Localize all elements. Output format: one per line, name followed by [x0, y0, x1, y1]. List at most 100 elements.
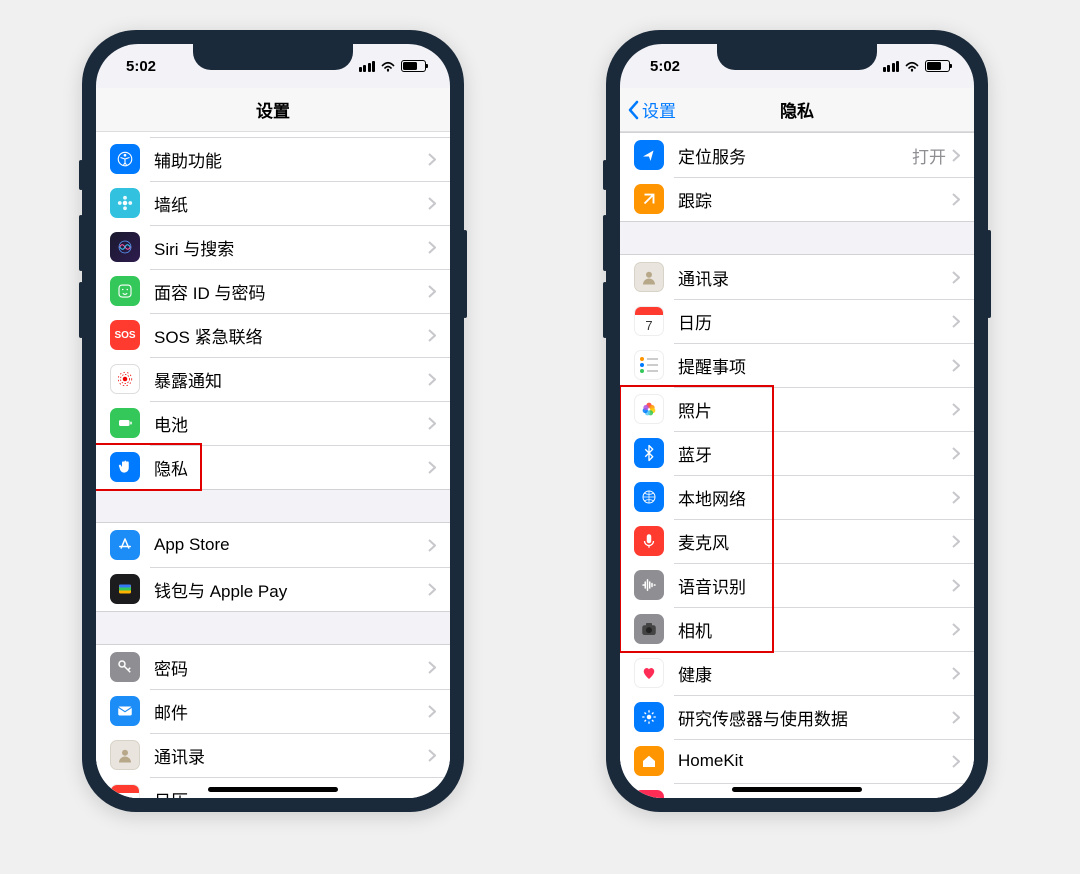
row-passwords[interactable]: 密码	[96, 645, 450, 689]
privacy-icon	[110, 452, 140, 482]
nav-title: 设置	[256, 97, 290, 122]
row-microphone[interactable]: 麦克风	[620, 519, 974, 563]
row-detail: 打开	[912, 143, 946, 168]
chevron-right-icon	[952, 359, 960, 372]
wifi-icon	[904, 60, 920, 72]
row-faceid[interactable]: 面容 ID 与密码	[96, 269, 450, 313]
row-photos[interactable]: 照片	[620, 387, 974, 431]
row-tracking[interactable]: 跟踪	[620, 177, 974, 221]
speech-icon	[634, 570, 664, 600]
appstore-icon	[110, 530, 140, 560]
calendar-icon: 7	[110, 784, 140, 798]
row-privacy[interactable]: 隐私	[96, 445, 450, 489]
nav-bar: 设置	[96, 88, 450, 132]
row-label: 邮件	[154, 699, 428, 724]
chevron-right-icon	[952, 711, 960, 724]
row-sos[interactable]: SOSSOS 紧急联络	[96, 313, 450, 357]
chevron-right-icon	[428, 461, 436, 474]
row-battery[interactable]: 电池	[96, 401, 450, 445]
accessibility-icon	[110, 144, 140, 174]
row-label: 健康	[678, 661, 952, 686]
row-speech[interactable]: 语音识别	[620, 563, 974, 607]
row-homekit[interactable]: HomeKit	[620, 739, 974, 783]
nav-title: 隐私	[780, 97, 814, 122]
row-research[interactable]: 研究传感器与使用数据	[620, 695, 974, 739]
home-indicator[interactable]	[208, 787, 338, 792]
nav-back-button[interactable]: 设置	[628, 97, 676, 122]
chevron-right-icon	[952, 403, 960, 416]
row-label: 辅助功能	[154, 147, 428, 172]
chevron-right-icon	[428, 241, 436, 254]
contacts-icon	[110, 740, 140, 770]
phone-settings: 5:02 设置 主屏幕辅助功能墙纸Siri 与搜索面容 ID 与密码SOSSOS…	[82, 30, 464, 812]
exposure-icon	[110, 364, 140, 394]
chevron-right-icon	[428, 749, 436, 762]
row-camera[interactable]: 相机	[620, 607, 974, 651]
privacy-content[interactable]: 定位服务打开跟踪通讯录7日历提醒事项照片蓝牙本地网络麦克风语音识别相机健康研究传…	[620, 132, 974, 798]
chevron-right-icon	[428, 539, 436, 552]
chevron-left-icon	[628, 100, 640, 120]
contacts2-icon	[634, 262, 664, 292]
row-label: 暴露通知	[154, 367, 428, 392]
chevron-right-icon	[952, 579, 960, 592]
battery-icon	[110, 408, 140, 438]
mail-icon	[110, 696, 140, 726]
battery-icon	[925, 60, 950, 72]
row-bluetooth[interactable]: 蓝牙	[620, 431, 974, 475]
row-label: 密码	[154, 655, 428, 680]
row-contacts2[interactable]: 通讯录	[620, 255, 974, 299]
cellular-icon	[359, 61, 376, 72]
row-label: 媒体与 Apple Music	[678, 793, 952, 799]
row-label: 照片	[678, 397, 952, 422]
row-label: 麦克风	[678, 529, 952, 554]
wifi-icon	[380, 60, 396, 72]
row-siri[interactable]: Siri 与搜索	[96, 225, 450, 269]
row-label: 定位服务	[678, 143, 912, 168]
row-label: Siri 与搜索	[154, 235, 428, 260]
row-label: 墙纸	[154, 191, 428, 216]
chevron-right-icon	[952, 271, 960, 284]
row-label: 提醒事项	[678, 353, 952, 378]
row-label: 日历	[678, 309, 952, 334]
chevron-right-icon	[952, 491, 960, 504]
chevron-right-icon	[952, 755, 960, 768]
row-exposure[interactable]: 暴露通知	[96, 357, 450, 401]
calendar2-icon: 7	[634, 306, 664, 336]
tracking-icon	[634, 184, 664, 214]
row-location[interactable]: 定位服务打开	[620, 133, 974, 177]
settings-content[interactable]: 主屏幕辅助功能墙纸Siri 与搜索面容 ID 与密码SOSSOS 紧急联络暴露通…	[96, 132, 450, 798]
row-label: 电池	[154, 411, 428, 436]
photos-icon	[634, 394, 664, 424]
row-contacts[interactable]: 通讯录	[96, 733, 450, 777]
microphone-icon	[634, 526, 664, 556]
passwords-icon	[110, 652, 140, 682]
status-time: 5:02	[650, 58, 680, 75]
notch	[193, 44, 353, 70]
row-label: 研究传感器与使用数据	[678, 705, 952, 730]
location-icon	[634, 140, 664, 170]
row-localnet[interactable]: 本地网络	[620, 475, 974, 519]
chevron-right-icon	[428, 661, 436, 674]
row-label: 通讯录	[678, 265, 952, 290]
faceid-icon	[110, 276, 140, 306]
cellular-icon	[883, 61, 900, 72]
chevron-right-icon	[952, 535, 960, 548]
row-reminders[interactable]: 提醒事项	[620, 343, 974, 387]
row-label: 通讯录	[154, 743, 428, 768]
row-wallet[interactable]: 钱包与 Apple Pay	[96, 567, 450, 611]
localnet-icon	[634, 482, 664, 512]
row-wallpaper[interactable]: 墙纸	[96, 181, 450, 225]
battery-icon	[401, 60, 426, 72]
row-label: 隐私	[154, 455, 428, 480]
chevron-right-icon	[428, 417, 436, 430]
chevron-right-icon	[428, 793, 436, 799]
chevron-right-icon	[428, 153, 436, 166]
row-mail[interactable]: 邮件	[96, 689, 450, 733]
phone-privacy: 5:02 设置 隐私 定位服务打开跟踪通讯录7日历提醒事项照片蓝牙本地网络麦克风…	[606, 30, 988, 812]
row-calendar2[interactable]: 7 日历	[620, 299, 974, 343]
row-appstore[interactable]: App Store	[96, 523, 450, 567]
home-indicator[interactable]	[732, 787, 862, 792]
row-accessibility[interactable]: 辅助功能	[96, 137, 450, 181]
row-health[interactable]: 健康	[620, 651, 974, 695]
chevron-right-icon	[952, 149, 960, 162]
